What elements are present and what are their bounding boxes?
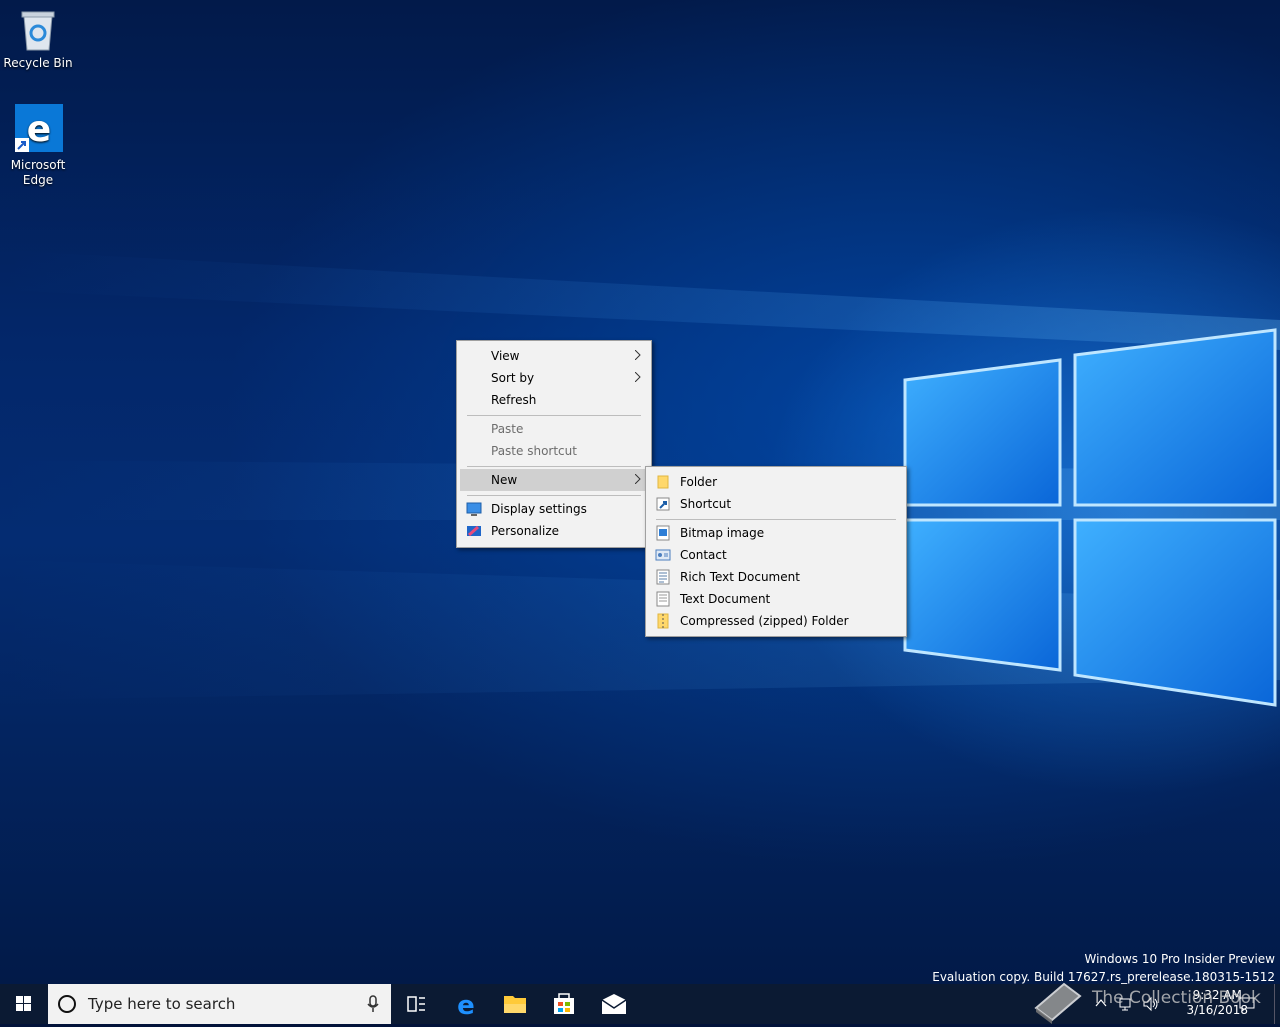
- desktop[interactable]: Recycle Bin e Microsoft Edge View Sort b…: [0, 0, 1280, 984]
- show-desktop-button[interactable]: [1274, 984, 1280, 1024]
- recycle-bin-desktop-icon[interactable]: Recycle Bin: [0, 8, 76, 71]
- menu-separator: [656, 519, 896, 520]
- cortana-icon: [58, 995, 76, 1013]
- book-icon: [1034, 982, 1082, 1024]
- new-item-bitmap-image[interactable]: Bitmap image: [646, 522, 906, 544]
- new-item-text-document[interactable]: Text Document: [646, 588, 906, 610]
- menu-item-view[interactable]: View: [457, 345, 651, 367]
- edge-icon: e: [13, 104, 63, 154]
- watermark-line1: Windows 10 Pro Insider Preview: [1084, 952, 1275, 966]
- task-view-icon: [407, 996, 425, 1012]
- collection-book-logo: The Collection Book: [1030, 976, 1270, 1024]
- search-placeholder: Type here to search: [88, 995, 236, 1013]
- new-item-contact[interactable]: Contact: [646, 544, 906, 566]
- menu-separator: [467, 415, 641, 416]
- folder-icon: [504, 996, 526, 1013]
- taskbar-edge-button[interactable]: e: [442, 984, 490, 1024]
- folder-icon: [657, 475, 669, 489]
- menu-item-personalize[interactable]: Personalize: [457, 520, 651, 542]
- new-item-compressed-folder[interactable]: Compressed (zipped) Folder: [646, 610, 906, 632]
- task-view-button[interactable]: [392, 984, 440, 1024]
- menu-item-sort-by[interactable]: Sort by: [457, 367, 651, 389]
- edge-icon: e: [457, 991, 475, 1021]
- personalize-icon: [467, 525, 481, 537]
- text-document-icon: [656, 591, 670, 607]
- menu-item-paste[interactable]: Paste: [457, 418, 651, 440]
- chevron-right-icon: [635, 350, 641, 360]
- display-icon: [466, 502, 482, 516]
- taskbar-store-button[interactable]: [540, 984, 588, 1024]
- menu-separator: [467, 466, 641, 467]
- rich-text-icon: [656, 569, 670, 585]
- shortcut-icon: [656, 497, 670, 511]
- windows-start-icon: [16, 996, 31, 1011]
- svg-text:e: e: [27, 109, 51, 150]
- taskbar-mail-button[interactable]: [590, 984, 638, 1024]
- new-item-folder[interactable]: Folder: [646, 471, 906, 493]
- start-button[interactable]: [0, 984, 48, 1024]
- microphone-icon[interactable]: [367, 995, 379, 1013]
- zip-folder-icon: [657, 613, 669, 629]
- edge-desktop-icon[interactable]: e Microsoft Edge: [0, 104, 76, 188]
- menu-item-refresh[interactable]: Refresh: [457, 389, 651, 411]
- overlay-text: The Collection Book: [1092, 988, 1261, 1008]
- new-submenu: Folder Shortcut Bitmap image Contact Ric…: [645, 466, 907, 637]
- svg-text:e: e: [457, 991, 475, 1021]
- mail-icon: [601, 994, 627, 1014]
- desktop-context-menu: View Sort by Refresh Paste Paste shortcu…: [456, 340, 652, 548]
- contact-icon: [655, 549, 671, 561]
- new-item-rich-text-document[interactable]: Rich Text Document: [646, 566, 906, 588]
- taskbar-file-explorer-button[interactable]: [491, 984, 539, 1024]
- chevron-right-icon: [635, 372, 641, 382]
- chevron-right-icon: [635, 474, 641, 484]
- edge-label: Microsoft Edge: [10, 158, 66, 187]
- menu-item-display-settings[interactable]: Display settings: [457, 498, 651, 520]
- search-box[interactable]: Type here to search: [48, 984, 391, 1024]
- bitmap-icon: [656, 525, 670, 541]
- store-icon: [554, 993, 574, 1014]
- recycle-bin-label: Recycle Bin: [3, 56, 73, 70]
- recycle-bin-icon: [18, 8, 58, 52]
- new-item-shortcut[interactable]: Shortcut: [646, 493, 906, 515]
- menu-separator: [467, 495, 641, 496]
- menu-item-paste-shortcut[interactable]: Paste shortcut: [457, 440, 651, 462]
- menu-item-new[interactable]: New: [460, 469, 648, 491]
